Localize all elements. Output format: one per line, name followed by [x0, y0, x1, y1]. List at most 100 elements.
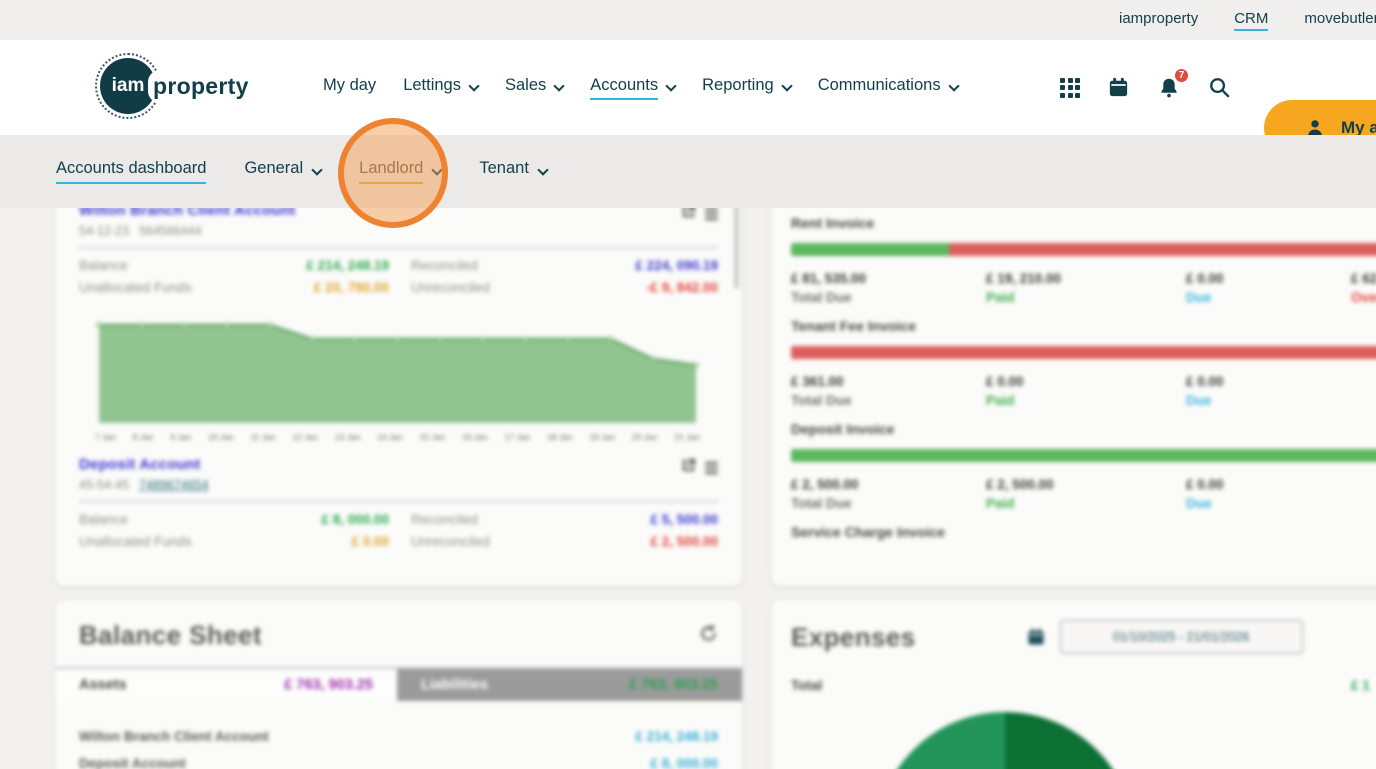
sort-code: 54-12-23	[79, 224, 130, 238]
invoice-title: Tenant Fee Invoice	[791, 318, 916, 334]
subnav-item-tenant[interactable]: Tenant	[479, 159, 549, 184]
expenses-title: Expenses	[791, 621, 916, 652]
tab-value: £ 763, 903.25	[284, 677, 373, 693]
stat-value: £ 8, 000.00	[321, 512, 389, 527]
invoice-stat: £ 62, 325.00Overdue	[1351, 271, 1376, 305]
accounts-sub-nav: Accounts dashboard General Landlord Tena…	[0, 135, 1376, 208]
deposit-invoice-section: Deposit Invoice £ 2, 500.00 Total Due £ 2…	[791, 421, 1376, 511]
balance-sheet-row: Deposit Account £ 8, 000.00	[79, 756, 718, 769]
menu-icon[interactable]	[705, 207, 718, 221]
chevron-down-icon	[947, 79, 960, 92]
service-charge-invoice-section: Service Charge Invoice	[791, 524, 1376, 540]
subnav-label: Tenant	[479, 159, 529, 177]
invoice-stat: £ 361.00 Total Due	[791, 374, 852, 408]
nav-item-reporting[interactable]: Reporting	[702, 76, 793, 100]
row-value: £ 214, 248.19	[635, 729, 718, 744]
stat-label: Unallocated Funds	[79, 534, 192, 549]
subnav-item-general[interactable]: General	[244, 159, 323, 184]
menu-icon[interactable]	[705, 461, 718, 475]
nav-item-sales[interactable]: Sales	[504, 75, 565, 100]
invoice-stat: £ 81, 535.00 Total Due	[791, 271, 867, 305]
stat-label: Reconciled	[411, 258, 478, 273]
apps-grid-icon[interactable]	[1060, 77, 1080, 98]
main-nav: iam property My day Lettings Sales Accou…	[0, 40, 1376, 156]
stat-label: Reconciled	[411, 512, 478, 527]
subnav-item-accounts-dashboard[interactable]: Accounts dashboard	[56, 159, 207, 184]
expenses-date-range-input[interactable]: 01/10/2025 - 21/01/2026	[1059, 620, 1303, 654]
sort-code: 45-54-45	[79, 478, 130, 492]
tab-label: Assets	[79, 677, 127, 693]
invoice-title: Service Charge Invoice	[791, 524, 946, 540]
chevron-down-icon	[781, 79, 793, 92]
row-label: Deposit Account	[79, 756, 186, 769]
nav-item-communications[interactable]: Communications	[818, 76, 960, 100]
row-value: £ 8, 000.00	[650, 756, 718, 769]
invoice-stat: £ 2, 500.00 Paid	[986, 477, 1054, 511]
chevron-down-icon	[553, 79, 565, 92]
tab-value: £ 763, 903.25	[629, 677, 718, 693]
search-icon[interactable]	[1208, 76, 1231, 99]
logo-wordmark: property	[148, 69, 254, 103]
invoice-stat: £ 0.00 Due	[1186, 374, 1224, 408]
invoice-stat: £ 0.00 Due	[1186, 271, 1224, 305]
calendar-icon[interactable]	[1026, 627, 1046, 647]
divider	[79, 247, 718, 248]
account-number: 564566444	[139, 224, 202, 238]
topbar-link-iamproperty[interactable]: iamproperty	[1119, 10, 1198, 31]
stat-label: Balance	[79, 258, 128, 273]
app-screen: iamproperty CRM movebutler iam property …	[0, 0, 1376, 769]
primary-menu: My day Lettings Sales Accounts Reporting…	[323, 40, 960, 135]
iamproperty-logo[interactable]: iam property	[95, 53, 254, 119]
nav-item-lettings[interactable]: Lettings	[403, 75, 480, 100]
chevron-down-icon	[537, 163, 549, 176]
stat-label: Unreconciled	[411, 534, 490, 549]
nav-item-accounts[interactable]: Accounts	[590, 76, 677, 100]
expenses-total-value: £ 1	[1351, 678, 1370, 693]
tab-liabilities[interactable]: Liabilities £ 763, 903.25	[397, 669, 742, 701]
tenant-fee-invoice-section: Tenant Fee Invoice £ 361.00 Total Due £ 0…	[791, 318, 1376, 408]
expenses-pie-chart	[875, 712, 1135, 769]
notifications-bell-icon[interactable]: 7	[1157, 66, 1190, 100]
stat-value: £ 2, 500.00	[650, 534, 718, 549]
tab-assets[interactable]: Assets £ 763, 903.25	[55, 669, 397, 701]
stat-value: £ 5, 500.00	[650, 512, 718, 527]
nav-label: Lettings	[403, 75, 461, 94]
invoice-stat: £ 2, 500.00 Total Due	[791, 477, 859, 511]
expenses-card: Expenses 01/10/2025 - 21/01/2026 Total £…	[771, 600, 1376, 769]
external-link-icon[interactable]	[681, 458, 696, 478]
stat-value: £ 224, 090.19	[635, 258, 718, 273]
refresh-icon[interactable]	[699, 623, 718, 648]
topbar: iamproperty CRM movebutler	[0, 0, 1376, 40]
notification-count-badge: 7	[1173, 66, 1190, 84]
chevron-down-icon	[311, 163, 323, 176]
stat-value: £ 214, 248.19	[306, 258, 389, 273]
divider	[79, 501, 718, 502]
calendar-icon[interactable]	[1107, 76, 1130, 99]
tab-label: Liabilities	[421, 677, 488, 693]
dashboard-content: Wilton Branch Client Account 54-12-23 56…	[0, 135, 1376, 769]
topbar-link-crm[interactable]: CRM	[1234, 10, 1269, 31]
subnav-label: General	[244, 159, 304, 177]
stat-value: -£ 9, 842.00	[645, 280, 718, 295]
balance-sheet-title: Balance Sheet	[79, 620, 262, 650]
stat-label: Unreconciled	[411, 280, 490, 295]
nav-item-my-day[interactable]: My day	[323, 76, 376, 100]
balance-trend-chart: 7 Jan 8 Jan 9 Jan 10 Jan 11 Jan 12 Jan 13 Jan 1…	[95, 311, 700, 442]
tenant-fee-invoice-progress-bar	[791, 346, 1376, 359]
invoice-title: Rent Invoice	[791, 215, 875, 231]
account-number-link[interactable]: 7489674654	[139, 478, 209, 492]
card-scrollbar[interactable]	[734, 204, 739, 289]
deposit-invoice-progress-bar	[791, 449, 1376, 462]
rent-invoice-progress-bar	[791, 243, 1376, 256]
invoice-stat: £ 0.00 Due	[1186, 477, 1224, 511]
nav-label: Accounts	[590, 76, 659, 100]
rent-invoice-section: Rent Invoice £ 81, 535.00 Total Due £ 19,…	[791, 215, 1376, 305]
nav-label: My day	[323, 75, 377, 94]
nav-label: Sales	[504, 75, 547, 94]
topbar-link-movebutler[interactable]: movebutler	[1304, 10, 1376, 31]
row-label: Wilton Branch Client Account	[79, 729, 269, 744]
stat-value: £ 20, 780.00	[313, 280, 389, 295]
stat-value: £ 0.00	[351, 534, 389, 549]
invoices-card: Rent Invoice £ 81, 535.00 Total Due £ 19,…	[771, 190, 1376, 586]
invoice-stat: £ 0.00 Paid	[986, 374, 1024, 408]
